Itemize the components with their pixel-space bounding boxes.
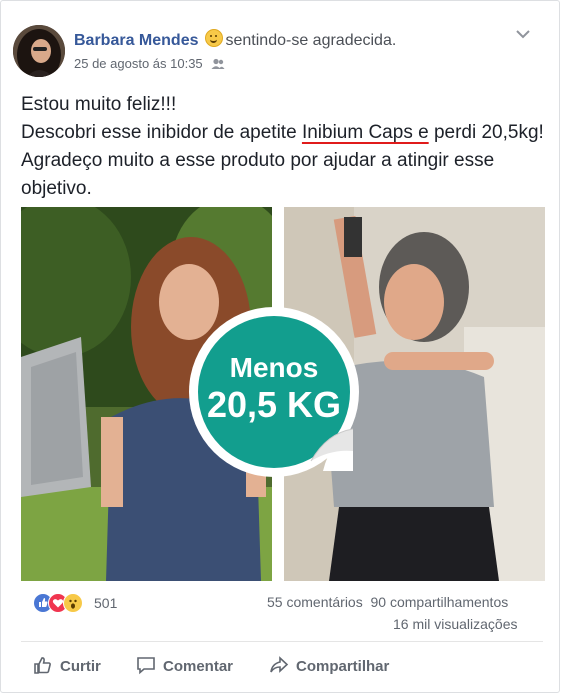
share-button[interactable]: Compartilhar [269,655,389,675]
actions-divider [21,641,543,642]
post-text-before: Descobri esse inibidor de apetite [21,122,302,143]
comments-count-link[interactable]: 55 comentários [267,594,363,610]
badge-line1: Menos [229,352,319,383]
wow-icon [63,593,83,613]
comment-bubble-icon [137,657,155,675]
post-options-chevron-icon[interactable] [514,27,532,41]
post-timestamp[interactable]: 25 de agosto ás 10:35 [74,56,203,71]
author-name-link[interactable]: Barbara Mendes [74,32,199,49]
like-button[interactable]: Curtir [33,655,101,675]
author-line: Barbara Mendes sentindo-se agradecida. [74,29,396,50]
share-arrow-icon [270,656,289,673]
page-curl-icon [310,428,353,471]
friends-icon[interactable] [211,58,225,73]
thumbs-up-icon [34,657,51,674]
engagement-stats: 55 comentários 90 compartilhamentos [267,594,508,610]
post-text-line1: Estou muito feliz!!! [21,94,177,115]
shares-count-link[interactable]: 90 compartilhamentos [371,594,509,610]
post-text: Estou muito feliz!!! Descobri esse inibi… [21,91,546,203]
post-meta: 25 de agosto ás 10:35 [74,56,225,73]
views-count: 16 mil visualizações [393,616,518,632]
facebook-post-card: Barbara Mendes sentindo-se agradecida. 25… [0,0,560,693]
share-button-label: Compartilhar [296,658,390,675]
smiling-face-icon [204,29,223,47]
feeling-text: sentindo-se agradecida. [225,32,397,49]
reaction-count: 501 [94,595,118,611]
author-avatar[interactable] [13,25,65,77]
product-name-highlight: Inibium Caps e [301,122,429,143]
like-button-label: Curtir [60,658,101,675]
comment-button-label: Comentar [163,658,234,675]
comment-button[interactable]: Comentar [136,655,233,675]
post-text-body: Descobri esse inibidor de apetite Inibiu… [21,119,546,203]
weight-loss-badge: Menos 20,5 KG [189,307,359,477]
post-photos[interactable]: Menos 20,5 KG [21,207,545,581]
